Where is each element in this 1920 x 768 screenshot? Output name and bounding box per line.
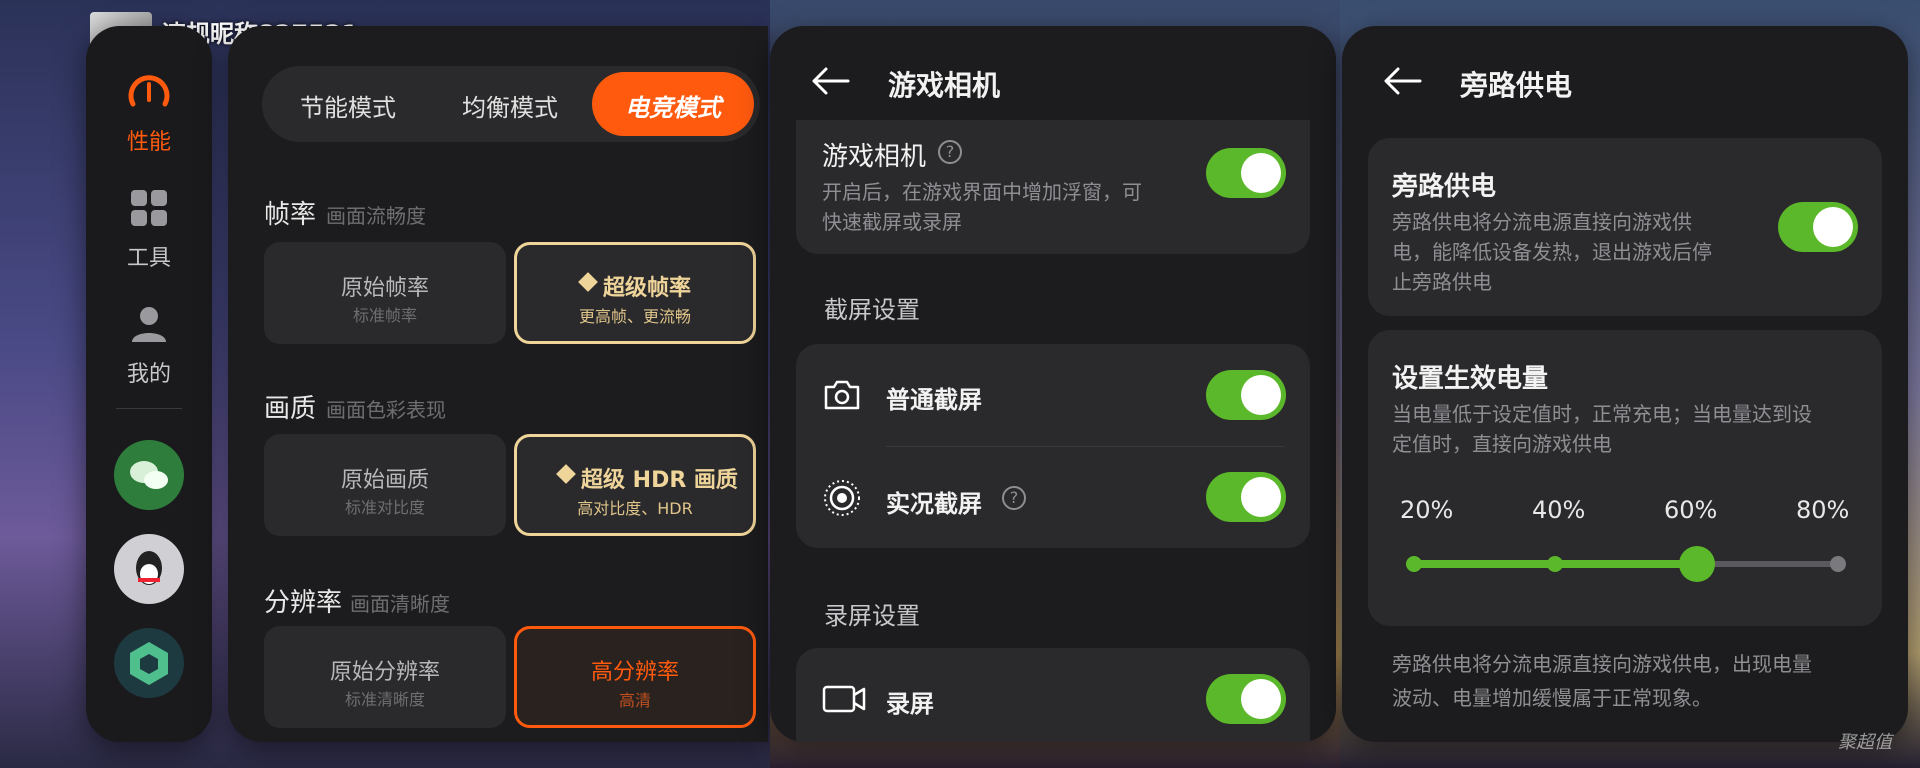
mode-balanced[interactable]: 均衡模式 xyxy=(428,88,592,123)
section-subtitle-framerate: 画面流畅度 xyxy=(326,204,426,228)
option-desc: 更高帧、更流畅 xyxy=(578,307,691,326)
live-screenshot-label: 实况截屏 xyxy=(886,490,982,518)
option-title: 原始分辨率 xyxy=(329,660,440,685)
bypass-desc-line1: 旁路供电将分流电源直接向游戏供 xyxy=(1392,210,1692,234)
bypass-desc-line2: 电，能降低设备发热，退出游戏后停 xyxy=(1392,240,1712,264)
game-camera-desc-line1: 开启后，在游戏界面中增加浮窗，可 xyxy=(822,180,1142,204)
cube-app-icon[interactable] xyxy=(114,628,184,698)
wechat-icon[interactable] xyxy=(114,440,184,510)
option-desc: 高对比度、HDR xyxy=(577,499,693,518)
option-title: 超级帧率 xyxy=(603,276,692,301)
video-icon xyxy=(822,685,866,713)
page-title: 游戏相机 xyxy=(888,69,1001,102)
help-icon[interactable]: ? xyxy=(938,140,962,164)
page-title: 旁路供电 xyxy=(1460,69,1573,102)
back-arrow-icon[interactable] xyxy=(810,66,850,96)
grid-icon xyxy=(131,190,167,226)
bypass-label: 旁路供电 xyxy=(1392,172,1497,202)
screenshot-settings-header: 截屏设置 xyxy=(824,296,920,324)
option-title: 超级 HDR 画质 xyxy=(581,468,738,493)
option-original-resolution[interactable]: 原始分辨率 标准清晰度 xyxy=(264,626,506,728)
bypass-note-line2: 波动、电量增加缓慢属于正常现象。 xyxy=(1392,686,1712,710)
option-super-hdr[interactable]: 超级 HDR 画质 高对比度、HDR xyxy=(514,434,756,536)
mode-power-saving[interactable]: 节能模式 xyxy=(268,88,428,123)
section-subtitle-resolution: 画面清晰度 xyxy=(350,592,450,616)
qq-icon[interactable] xyxy=(114,534,184,604)
camera-icon xyxy=(824,380,860,410)
live-screenshot-toggle[interactable] xyxy=(1206,472,1286,522)
mode-esports[interactable]: 电竞模式 xyxy=(592,72,754,136)
bypass-toggle[interactable] xyxy=(1778,202,1858,252)
bypass-desc-line3: 止旁路供电 xyxy=(1392,270,1492,294)
nav-label-performance: 性能 xyxy=(126,130,171,155)
nav-label-me: 我的 xyxy=(126,362,171,387)
option-desc: 标准帧率 xyxy=(352,306,417,325)
premium-diamond-icon xyxy=(556,464,576,484)
tick-label-60: 60% xyxy=(1664,496,1718,524)
option-original-framerate[interactable]: 原始帧率 标准帧率 xyxy=(264,242,506,344)
tick-label-80: 80% xyxy=(1796,496,1850,524)
watermark: 聚超值 xyxy=(1838,732,1892,753)
record-settings-header: 录屏设置 xyxy=(824,602,920,630)
tick-label-40: 40% xyxy=(1532,496,1586,524)
normal-screenshot-label: 普通截屏 xyxy=(886,386,982,414)
option-high-resolution[interactable]: 高分辨率 高清 xyxy=(514,626,756,728)
slider-tick xyxy=(1547,556,1563,572)
nav-item-tools[interactable]: 工具 xyxy=(86,186,212,276)
section-title-resolution: 分辨率 xyxy=(264,588,343,618)
nav-label-tools: 工具 xyxy=(126,246,171,271)
option-title: 原始画质 xyxy=(340,468,429,493)
level-desc-line1: 当电量低于设定值时，正常充电；当电量达到设 xyxy=(1392,402,1812,426)
option-original-quality[interactable]: 原始画质 标准对比度 xyxy=(264,434,506,536)
section-title-framerate: 帧率 xyxy=(264,200,317,230)
back-arrow-icon[interactable] xyxy=(1382,66,1422,96)
slider-tick xyxy=(1830,556,1846,572)
option-super-framerate[interactable]: 超级帧率 更高帧、更流畅 xyxy=(514,242,756,344)
nav-item-me[interactable]: 我的 xyxy=(86,302,212,392)
option-desc: 标准清晰度 xyxy=(344,690,425,709)
row-divider xyxy=(886,446,1284,447)
option-desc: 高清 xyxy=(618,691,651,710)
tick-label-20: 20% xyxy=(1400,496,1454,524)
slider-thumb[interactable] xyxy=(1679,546,1715,582)
option-title: 高分辨率 xyxy=(590,660,679,685)
level-title: 设置生效电量 xyxy=(1392,364,1549,394)
game-camera-toggle[interactable] xyxy=(1206,148,1286,198)
person-icon xyxy=(132,307,166,342)
option-title: 原始帧率 xyxy=(340,276,429,301)
premium-diamond-icon xyxy=(578,272,598,292)
section-subtitle-quality: 画面色彩表现 xyxy=(326,398,446,422)
record-toggle[interactable] xyxy=(1206,674,1286,724)
nav-item-performance[interactable]: 性能 xyxy=(86,68,212,158)
speedometer-icon xyxy=(128,75,170,107)
live-photo-icon xyxy=(824,480,860,516)
nav-divider xyxy=(116,408,182,409)
mode-esports-label: 电竞模式 xyxy=(625,94,721,122)
slider-tick xyxy=(1406,556,1422,572)
game-camera-label: 游戏相机 xyxy=(822,142,927,172)
level-slider[interactable] xyxy=(1406,546,1846,582)
record-label: 录屏 xyxy=(886,690,934,718)
help-icon[interactable]: ? xyxy=(1002,486,1026,510)
option-desc: 标准对比度 xyxy=(344,498,425,517)
bypass-note-line1: 旁路供电将分流电源直接向游戏供电，出现电量 xyxy=(1392,652,1812,676)
section-title-quality: 画质 xyxy=(264,394,317,424)
normal-screenshot-toggle[interactable] xyxy=(1206,370,1286,420)
game-camera-desc-line2: 快速截屏或录屏 xyxy=(822,210,962,234)
level-desc-line2: 定值时，直接向游戏供电 xyxy=(1392,432,1612,456)
